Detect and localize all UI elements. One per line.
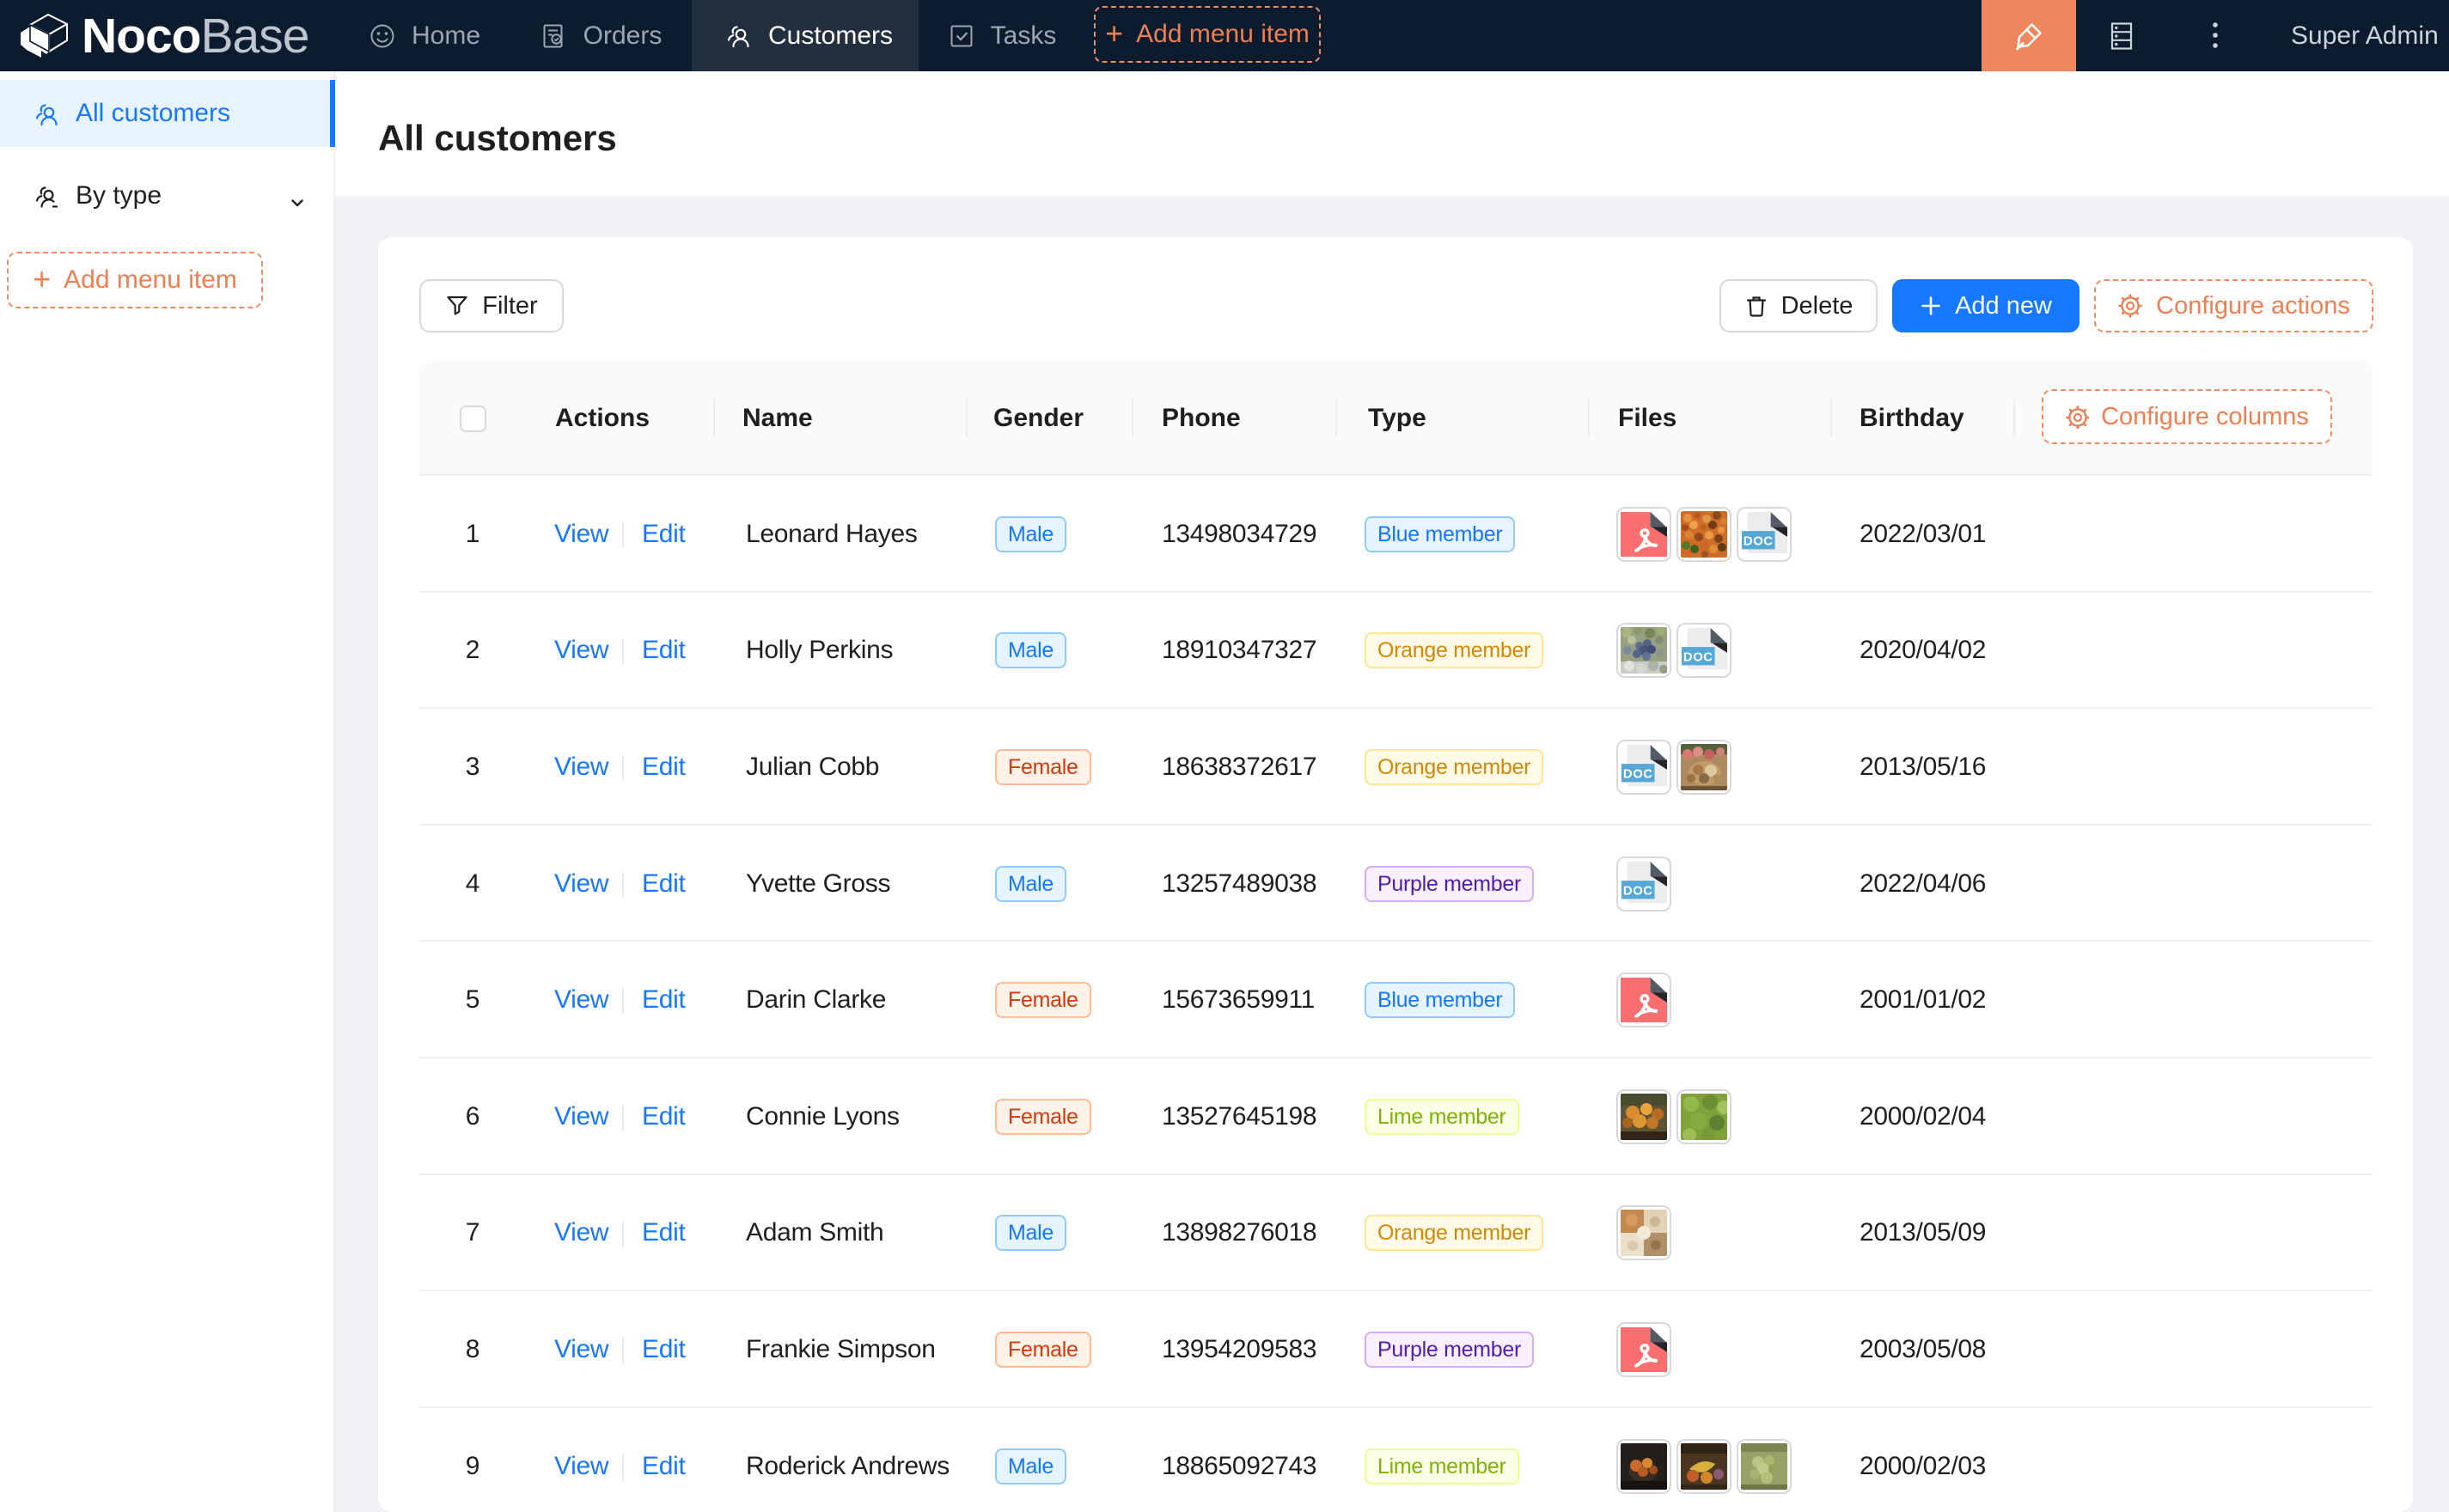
svg-text:DOC: DOC [1623, 883, 1653, 898]
svg-text:DOC: DOC [1744, 533, 1774, 548]
svg-text:DOC: DOC [1683, 650, 1713, 665]
svg-text:DOC: DOC [1623, 767, 1653, 782]
